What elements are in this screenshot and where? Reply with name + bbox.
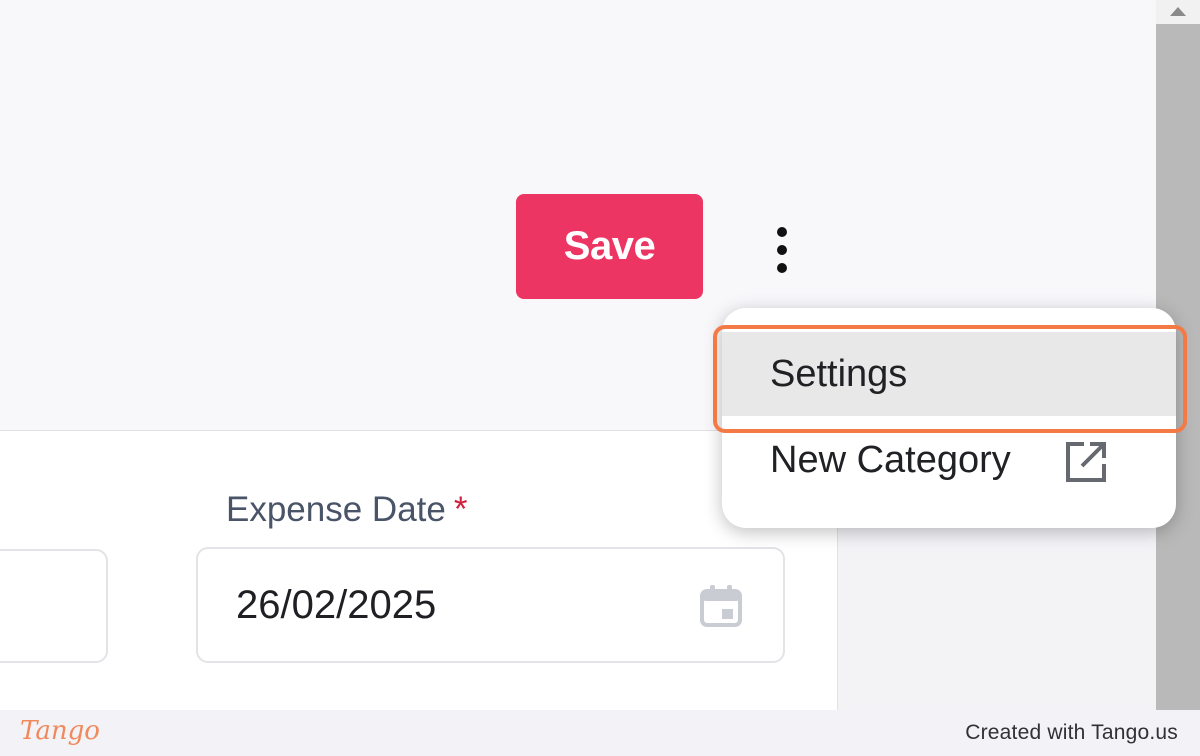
more-vertical-icon-dot [777,263,787,273]
menu-item-settings[interactable]: Settings [722,332,1176,416]
more-options-button[interactable] [760,220,804,280]
expense-date-input[interactable]: 26/02/2025 [196,547,785,663]
more-vertical-icon [777,227,787,237]
app-screen: Save Expense Date* 26/02/2025 Settings [0,0,1200,756]
tango-logo: Tango [20,716,100,746]
external-link-icon [1066,442,1106,482]
required-marker: * [453,490,468,529]
more-vertical-icon-dot [777,245,787,255]
calendar-icon[interactable] [698,583,744,629]
created-with-text: Created with Tango.us [965,721,1178,744]
options-dropdown-menu: Settings New Category [722,308,1176,528]
menu-item-new-category[interactable]: New Category [722,418,1176,502]
scroll-up-arrow-icon[interactable] [1166,2,1190,20]
expense-date-label: Expense Date * [226,490,468,530]
expense-date-value: 26/02/2025 [236,583,437,627]
expense-date-label-text: Expense Date [226,490,446,529]
previous-field-input[interactable] [0,549,108,663]
menu-item-new-category-label: New Category [770,438,1011,481]
menu-item-settings-label: Settings [770,352,908,395]
save-button[interactable]: Save [516,194,703,299]
footer-bar: Tango Created with Tango.us [0,710,1200,756]
